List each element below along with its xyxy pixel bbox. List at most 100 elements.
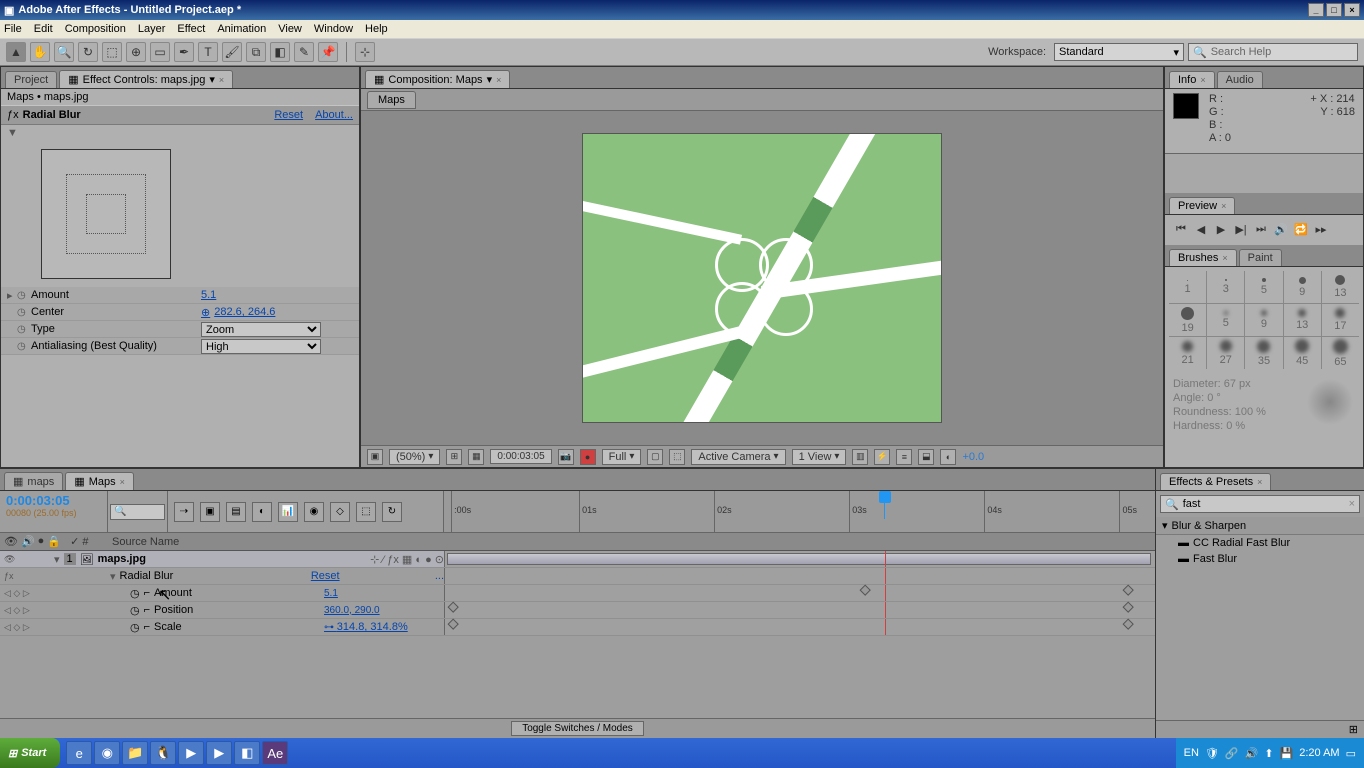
hand-tool[interactable]: ✋ — [30, 42, 50, 62]
next-frame-button[interactable]: ▶| — [1233, 221, 1249, 237]
taskbar-qq-icon[interactable]: 🐧 — [150, 741, 176, 765]
brush-grid[interactable]: 1 3 5 9 13 19 5 9 13 17 21 27 35 45 65 — [1169, 271, 1359, 369]
timeline-tab-maps-lower[interactable]: ▦ maps — [4, 472, 63, 490]
eraser-tool[interactable]: ◧ — [270, 42, 290, 62]
menu-file[interactable]: File — [4, 23, 22, 35]
playhead[interactable] — [879, 491, 891, 503]
crosshair-icon[interactable]: ⊕ — [201, 306, 210, 319]
taskbar-app-icon[interactable]: ▶ — [206, 741, 232, 765]
stopwatch-icon[interactable]: ◷ — [17, 290, 31, 301]
motion-blur-icon[interactable]: ◐ — [252, 502, 272, 522]
text-tool[interactable]: T — [198, 42, 218, 62]
mask-tool[interactable]: ▭ — [150, 42, 170, 62]
rotate-tool[interactable]: ↻ — [78, 42, 98, 62]
channel-icon[interactable]: ● — [580, 449, 596, 465]
reset-link[interactable]: Reset — [274, 109, 303, 121]
tray-network-icon[interactable]: 🔗 — [1225, 747, 1239, 760]
effect-row-radial-blur[interactable]: ƒx ▾Radial BlurReset... — [0, 568, 1155, 585]
stopwatch-icon[interactable]: ◷ — [130, 604, 140, 617]
composition-viewer[interactable] — [361, 111, 1163, 445]
graph-editor-icon[interactable]: 📊 — [278, 502, 298, 522]
clone-tool[interactable]: ⧉ — [246, 42, 266, 62]
grid-icon[interactable]: ▦ — [468, 449, 484, 465]
new-bin-icon[interactable]: ⊞ — [1349, 724, 1358, 736]
frame-blend-icon[interactable]: ▤ — [226, 502, 246, 522]
timeline-icon[interactable]: ≡ — [896, 449, 912, 465]
taskbar-ie-icon[interactable]: e — [66, 741, 92, 765]
tab-composition[interactable]: ▦ Composition: Maps ▾× — [365, 70, 510, 88]
exposure-value[interactable]: +0.0 — [962, 451, 984, 463]
search-help-input[interactable]: 🔍Search Help — [1188, 43, 1358, 61]
region-icon[interactable]: ▣ — [367, 449, 383, 465]
prop-row-scale[interactable]: ◁ ◇ ▷ ◷ ⌐ Scale⊶ 314.8, 314.8% — [0, 619, 1155, 636]
pan-behind-tool[interactable]: ⊕ — [126, 42, 146, 62]
tab-project[interactable]: Project — [5, 71, 57, 88]
menu-help[interactable]: Help — [365, 23, 388, 35]
menu-effect[interactable]: Effect — [177, 23, 205, 35]
tray-lang[interactable]: EN — [1184, 747, 1199, 759]
3d-view-icon[interactable]: ⬚ — [669, 449, 685, 465]
quality-dropdown[interactable]: Full ▾ — [602, 449, 642, 465]
live-update-icon[interactable]: ↻ — [382, 502, 402, 522]
tray-volume-icon[interactable]: 🔊 — [1245, 747, 1259, 760]
tab-effect-controls[interactable]: ▦ Effect Controls: maps.jpg ▾× — [59, 70, 233, 88]
tab-effects-presets[interactable]: Effects & Presets× — [1160, 473, 1271, 490]
stopwatch-icon[interactable]: ◷ — [17, 324, 31, 335]
brainstorm-icon[interactable]: ◉ — [304, 502, 324, 522]
tray-shield-icon[interactable]: 🛡 — [1205, 747, 1219, 760]
auto-keyframe-icon[interactable]: ◇ — [330, 502, 350, 522]
type-dropdown[interactable]: Zoom — [201, 322, 321, 337]
prev-frame-button[interactable]: ◀ — [1193, 221, 1209, 237]
comp-sub-tab[interactable]: Maps — [367, 91, 416, 109]
tray-clock[interactable]: 2:20 AM — [1299, 747, 1339, 759]
views-dropdown[interactable]: 1 View ▾ — [792, 449, 847, 465]
exposure-reset-icon[interactable]: ◐ — [940, 449, 956, 465]
menu-view[interactable]: View — [278, 23, 302, 35]
roto-tool[interactable]: ✎ — [294, 42, 314, 62]
tray-show-desktop[interactable]: ▭ — [1346, 747, 1356, 760]
pixel-aspect-icon[interactable]: ▥ — [852, 449, 868, 465]
pen-tool[interactable]: ✒ — [174, 42, 194, 62]
camera-tool[interactable]: ⬚ — [102, 42, 122, 62]
tab-brushes[interactable]: Brushes× — [1169, 249, 1237, 266]
category-blur-sharpen[interactable]: ▾ Blur & Sharpen — [1156, 517, 1364, 535]
timeline-search-input[interactable] — [110, 504, 165, 520]
brush-tool[interactable]: 🖌 — [222, 42, 242, 62]
toggle-switches-button[interactable]: Toggle Switches / Modes — [511, 721, 644, 736]
tray-updates-icon[interactable]: ⬆ — [1264, 747, 1273, 760]
prop-antialiasing[interactable]: ◷ Antialiasing (Best Quality) High — [1, 338, 359, 355]
taskbar-folder-icon[interactable]: 📁 — [122, 741, 148, 765]
audio-button[interactable]: 🔊 — [1273, 221, 1289, 237]
local-axis-icon[interactable]: ⊹ — [355, 42, 375, 62]
prop-row-amount[interactable]: ◁ ◇ ▷ ◷ ⌐ Amount5.1 ↖ — [0, 585, 1155, 602]
about-link[interactable]: About... — [315, 109, 353, 121]
minimize-button[interactable]: _ — [1308, 3, 1324, 17]
stopwatch-icon[interactable]: ◷ — [130, 621, 140, 634]
tab-paint[interactable]: Paint — [1239, 249, 1282, 266]
timeline-timecode[interactable]: 0:00:03:05 00080 (25.00 fps) — [0, 491, 108, 532]
menu-layer[interactable]: Layer — [138, 23, 166, 35]
stopwatch-icon[interactable]: ◷ — [17, 341, 31, 352]
ram-preview-button[interactable]: ▸▸ — [1313, 221, 1329, 237]
first-frame-button[interactable]: ⏮ — [1173, 221, 1189, 237]
center-value[interactable]: ⊕282.6, 264.6 — [201, 306, 275, 319]
radial-blur-preview[interactable] — [1, 141, 359, 287]
tab-audio[interactable]: Audio — [1217, 71, 1263, 88]
play-button[interactable]: ▶ — [1213, 221, 1229, 237]
taskbar-chrome-icon[interactable]: ◉ — [94, 741, 120, 765]
tab-preview[interactable]: Preview× — [1169, 197, 1235, 214]
fast-preview-icon[interactable]: ⚡ — [874, 449, 890, 465]
system-tray[interactable]: EN 🛡 🔗 🔊 ⬆ 💾 2:20 AM ▭ — [1176, 738, 1364, 768]
last-frame-button[interactable]: ⏭ — [1253, 221, 1269, 237]
stopwatch-icon[interactable]: ◷ — [130, 587, 140, 600]
taskbar-wmp-icon[interactable]: ▶ — [178, 741, 204, 765]
camera-dropdown[interactable]: Active Camera ▾ — [691, 449, 785, 465]
zoom-dropdown[interactable]: (50%) ▾ — [389, 449, 440, 465]
taskbar-app2-icon[interactable]: ◧ — [234, 741, 260, 765]
start-button[interactable]: ⊞ Start — [0, 738, 60, 768]
eye-column-icon[interactable]: 👁 — [4, 535, 18, 548]
flowchart-icon[interactable]: ⬓ — [918, 449, 934, 465]
maximize-button[interactable]: □ — [1326, 3, 1342, 17]
shy-icon[interactable]: ⇢ — [174, 502, 194, 522]
menu-animation[interactable]: Animation — [217, 23, 266, 35]
